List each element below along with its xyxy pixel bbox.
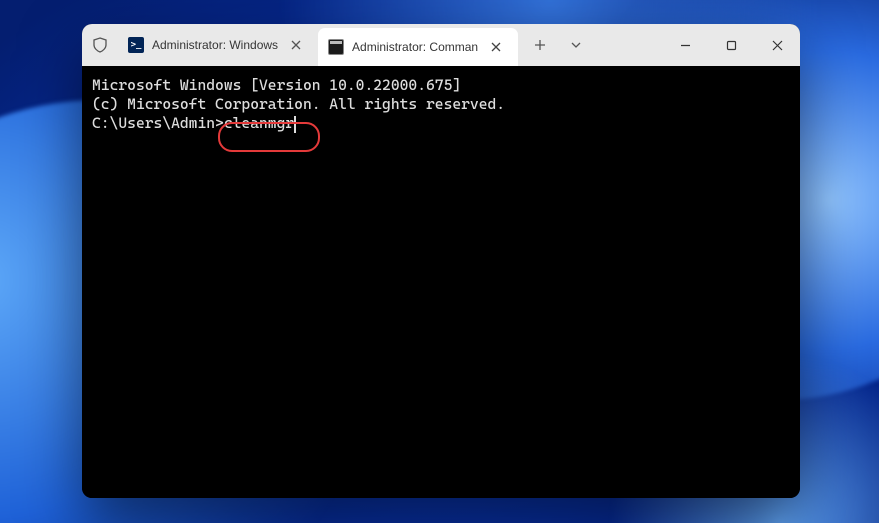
terminal-window: >_ Administrator: Windows Administrator:… <box>82 24 800 498</box>
tab-strip: >_ Administrator: Windows Administrator:… <box>118 24 518 66</box>
text-caret <box>294 116 296 133</box>
terminal-pane[interactable]: Microsoft Windows [Version 10.0.22000.67… <box>82 66 800 498</box>
terminal-output-line: (c) Microsoft Corporation. All rights re… <box>92 95 790 114</box>
window-controls <box>662 24 800 66</box>
tab-dropdown-button[interactable] <box>558 24 594 66</box>
tab-actions <box>522 24 594 66</box>
maximize-button[interactable] <box>708 24 754 66</box>
terminal-command-input[interactable]: cleanmgr <box>224 114 294 133</box>
tab-cmd[interactable]: Administrator: Comman <box>318 28 518 66</box>
tab-powershell[interactable]: >_ Administrator: Windows <box>118 24 318 66</box>
close-button[interactable] <box>754 24 800 66</box>
new-tab-button[interactable] <box>522 24 558 66</box>
terminal-prompt: C:\Users\Admin> <box>92 114 224 133</box>
uac-shield-icon <box>82 24 118 66</box>
tab-label: Administrator: Windows <box>152 38 278 52</box>
terminal-output-line: Microsoft Windows [Version 10.0.22000.67… <box>92 76 790 95</box>
powershell-icon: >_ <box>128 37 144 53</box>
minimize-button[interactable] <box>662 24 708 66</box>
desktop-background: >_ Administrator: Windows Administrator:… <box>0 0 879 523</box>
tab-label: Administrator: Comman <box>352 40 478 54</box>
terminal-prompt-line: C:\Users\Admin>cleanmgr <box>92 114 790 133</box>
tab-close-button[interactable] <box>486 37 506 57</box>
cmd-icon <box>328 39 344 55</box>
tab-close-button[interactable] <box>286 35 306 55</box>
window-titlebar[interactable]: >_ Administrator: Windows Administrator:… <box>82 24 800 66</box>
